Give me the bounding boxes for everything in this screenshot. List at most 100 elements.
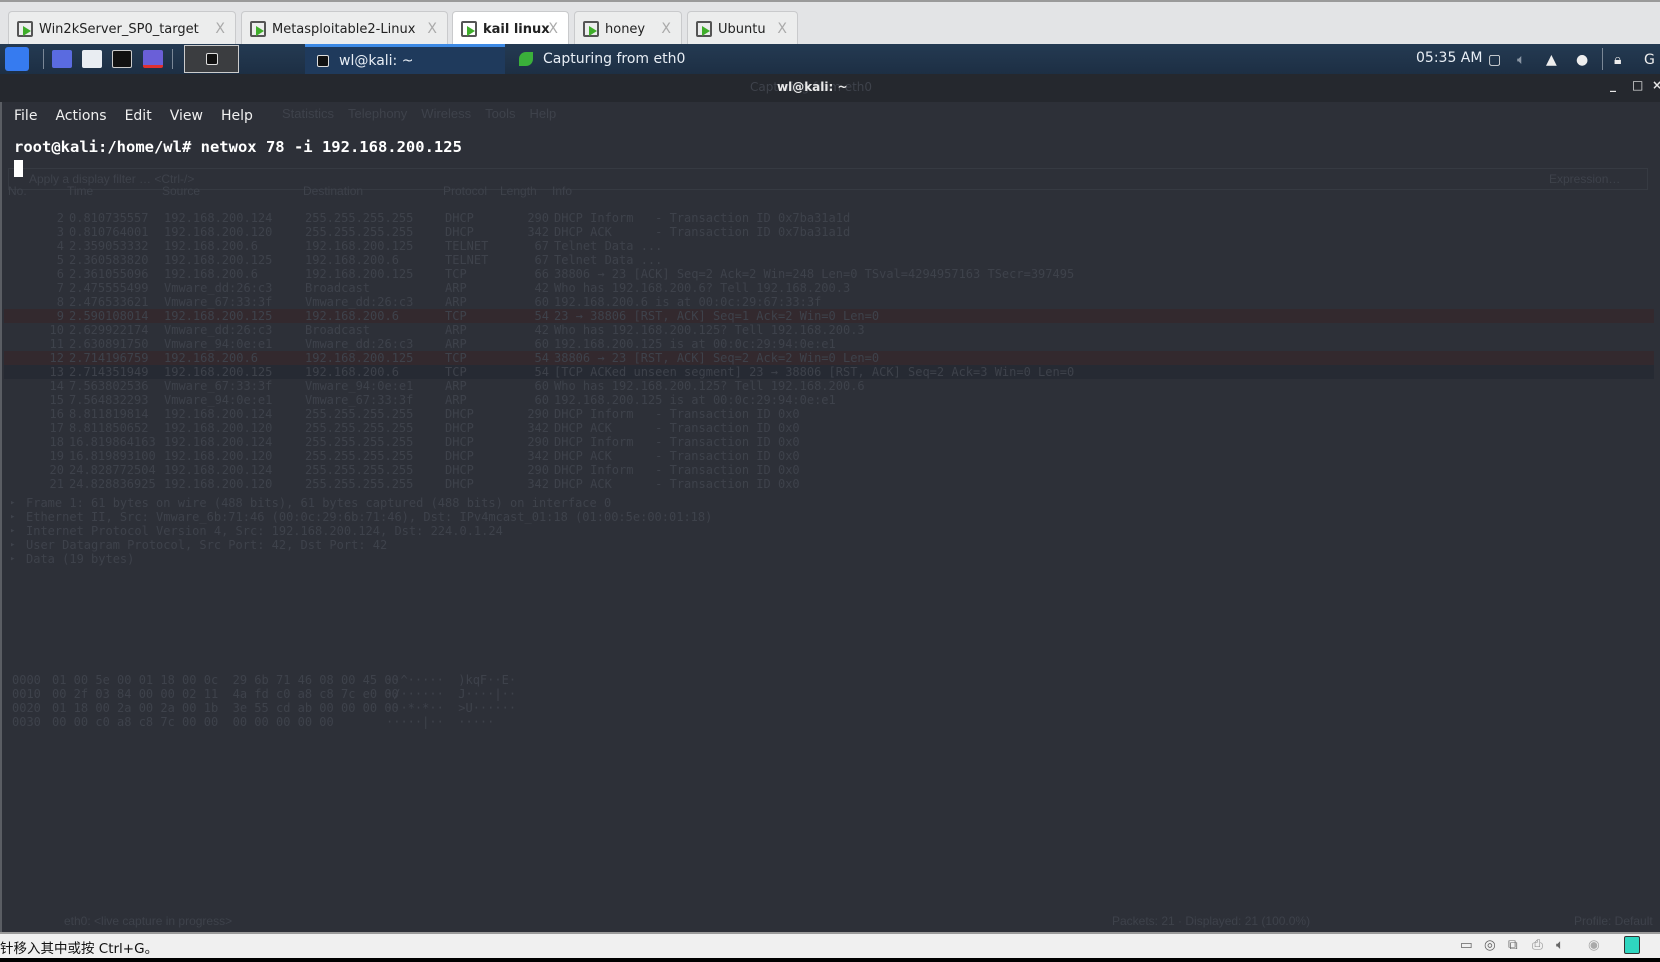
close-button[interactable]: × bbox=[1652, 78, 1660, 92]
vm-tab-kail-linux[interactable]: kail linux X bbox=[452, 11, 569, 46]
separator bbox=[172, 49, 173, 69]
ghost-packet-cell: 60 bbox=[534, 295, 549, 309]
desktop-icon[interactable] bbox=[52, 50, 72, 68]
terminal-area[interactable]: Statistics Telephony Wireless Tools Help App… bbox=[0, 102, 1660, 932]
ghost-expression-button: Expression… bbox=[1549, 172, 1621, 186]
ghost-packet-row: 2 0.810735557 192.168.200.124 255.255.255.2… bbox=[4, 211, 1654, 225]
menu-edit[interactable]: Edit bbox=[125, 108, 152, 124]
ghost-packet-cell: 2.359053332 bbox=[69, 239, 149, 253]
ghost-hex-offset: 0030 bbox=[12, 715, 41, 729]
close-icon[interactable]: X bbox=[215, 21, 225, 37]
ghost-packet-cell: DHCP bbox=[445, 463, 474, 477]
ghost-packet-cell: 342 bbox=[527, 449, 549, 463]
vm-tab-win2kserver[interactable]: Win2kServer_SP0_target X bbox=[8, 11, 236, 46]
ghost-packet-cell: 38806 → 23 [RST, ACK] Seq=2 Ack=2 Win=0 … bbox=[554, 351, 880, 365]
optical-drive-icon[interactable]: ◎ bbox=[1484, 937, 1496, 953]
ghost-packet-cell: Who has 192.168.200.6? Tell 192.168.200.… bbox=[554, 281, 851, 295]
workspace-button[interactable] bbox=[184, 45, 239, 73]
vm-icon bbox=[696, 21, 712, 37]
display-icon[interactable]: ▢ bbox=[1488, 52, 1501, 68]
menu-file[interactable]: File bbox=[14, 108, 37, 124]
kali-menu-icon[interactable] bbox=[5, 47, 29, 71]
ghost-packet-cell: 38806 → 23 [ACK] Seq=2 Ack=2 Win=248 Len… bbox=[554, 267, 1075, 281]
recording-icon[interactable]: ◉ bbox=[1588, 937, 1600, 953]
ghost-packet-cell: 42 bbox=[534, 323, 549, 337]
ghost-packet-cell: 192.168.200.6 bbox=[164, 267, 258, 281]
ghost-packet-cell: DHCP Inform - Transaction ID 0x7ba31a1d bbox=[554, 211, 851, 225]
ghost-packet-cell: TELNET bbox=[445, 253, 489, 267]
storage-icon[interactable]: ▭ bbox=[1460, 937, 1473, 953]
ghost-packet-cell: 290 bbox=[527, 435, 549, 449]
ghost-packet-cell: 192.168.200.6 bbox=[305, 365, 399, 379]
ghost-packet-cell: 8.811819814 bbox=[69, 407, 149, 421]
audio-icon[interactable]: 🔈︎ bbox=[1556, 937, 1564, 953]
ghost-packet-cell: Vmware_94:0e:e1 bbox=[305, 379, 414, 393]
minimize-button[interactable]: _ bbox=[1610, 78, 1616, 92]
screen-recorder-icon[interactable] bbox=[143, 50, 163, 68]
taskbar-item-wireshark[interactable]: Capturing from eth0 bbox=[505, 44, 765, 74]
ghost-packet-cell: Vmware_94:0e:e1 bbox=[164, 337, 273, 351]
virtualbox-status-bar: 针移入其中或按 Ctrl+G。 ▭ ◎ ⧉ ⎙ 🔈︎ ◉ bbox=[0, 932, 1660, 958]
ghost-packet-cell: 192.168.200.6 bbox=[305, 309, 399, 323]
ghost-packet-cell: 342 bbox=[527, 421, 549, 435]
ghost-packet-cell: 192.168.200.125 bbox=[305, 267, 414, 281]
ghost-packet-cell: 42 bbox=[534, 281, 549, 295]
terminal-launcher-icon[interactable] bbox=[112, 50, 132, 68]
wireshark-ghost-menu: Statistics Telephony Wireless Tools Help bbox=[282, 106, 570, 121]
power-manager-icon[interactable]: ● bbox=[1576, 52, 1588, 68]
ghost-packet-cell: 192.168.200.124 bbox=[164, 463, 273, 477]
ghost-column-header: Source bbox=[162, 184, 201, 198]
terminal-cursor bbox=[14, 160, 23, 177]
ghost-packet-cell: 20 bbox=[49, 463, 64, 477]
host-key-icon[interactable] bbox=[1624, 936, 1640, 954]
volume-icon[interactable]: 🔈︎ bbox=[1517, 52, 1525, 68]
ghost-packet-cell: DHCP bbox=[445, 477, 474, 491]
close-icon[interactable]: X bbox=[661, 21, 671, 37]
menu-view[interactable]: View bbox=[170, 108, 203, 124]
ghost-packet-cell: DHCP bbox=[445, 449, 474, 463]
taskbar-item-terminal[interactable]: wl@kali: ~ bbox=[305, 44, 505, 74]
ghost-packet-cell: 16.819864163 bbox=[69, 435, 156, 449]
tab-label: kail linux bbox=[483, 21, 550, 37]
ghost-status-left: eth0: <live capture in progress> bbox=[64, 914, 233, 928]
vm-tab-honey[interactable]: honey X bbox=[574, 11, 682, 46]
ghost-packet-cell: 4 bbox=[56, 239, 64, 253]
file-manager-icon[interactable] bbox=[82, 50, 102, 68]
ghost-packet-cell: Vmware_67:33:3f bbox=[164, 379, 273, 393]
ghost-packet-cell: 192.168.200.125 bbox=[164, 365, 273, 379]
close-icon[interactable]: X bbox=[777, 21, 787, 37]
clock[interactable]: 05:35 AM bbox=[1416, 50, 1482, 66]
ghost-expand-icon: ▸ bbox=[10, 526, 16, 536]
close-icon[interactable]: X bbox=[548, 21, 558, 37]
usb-icon[interactable]: ⎙ bbox=[1532, 937, 1543, 953]
ghost-packet-cell: 255.255.255.255 bbox=[305, 211, 414, 225]
ghost-hex-bytes: 00 2f 03 84 00 00 02 11 4a fd c0 a8 c8 7… bbox=[52, 687, 399, 701]
ghost-packet-cell: Vmware_94:0e:e1 bbox=[164, 393, 273, 407]
notification-bell-icon[interactable]: ▲ bbox=[1546, 52, 1557, 68]
ghost-packet-row: 21 24.828836925 192.168.200.120 255.255.255… bbox=[4, 477, 1654, 491]
ghost-packet-cell: 67 bbox=[534, 253, 549, 267]
close-icon[interactable]: X bbox=[427, 21, 437, 37]
ghost-packet-cell: DHCP ACK - Transaction ID 0x7ba31a1d bbox=[554, 225, 851, 239]
logout-icon[interactable]: G bbox=[1644, 52, 1655, 68]
maximize-button[interactable]: □ bbox=[1632, 78, 1643, 92]
ghost-hex-bytes: 01 00 5e 00 01 18 00 0c 29 6b 71 46 08 0… bbox=[52, 673, 399, 687]
ghost-packet-cell: 12 bbox=[49, 351, 64, 365]
ghost-packet-row: 7 2.475555499 Vmware_dd:26:c3 Broadcast ARP 4… bbox=[4, 281, 1654, 295]
ghost-packet-cell: DHCP bbox=[445, 435, 474, 449]
vm-icon bbox=[461, 21, 477, 37]
ghost-packet-row: 20 24.828772504 192.168.200.124 255.255.255… bbox=[4, 463, 1654, 477]
ghost-packet-row: 14 7.563802536 Vmware_67:33:3f Vmware_94:0e… bbox=[4, 379, 1654, 393]
ghost-hex-ascii: ··^····· )kqF··E· bbox=[386, 673, 517, 687]
ghost-packet-cell: 192.168.200.124 bbox=[164, 435, 273, 449]
network-icon[interactable]: ⧉ bbox=[1508, 937, 1518, 953]
ghost-packet-cell: DHCP Inform - Transaction ID 0x0 bbox=[554, 407, 800, 421]
menu-help[interactable]: Help bbox=[221, 108, 253, 124]
vm-tab-metasploitable2[interactable]: Metasploitable2-Linux X bbox=[241, 11, 448, 46]
menu-actions[interactable]: Actions bbox=[55, 108, 106, 124]
ghost-expand-icon: ▸ bbox=[10, 512, 16, 522]
ghost-packet-cell: 18 bbox=[49, 435, 64, 449]
wireshark-icon bbox=[519, 52, 533, 66]
vm-tab-ubuntu[interactable]: Ubuntu X bbox=[687, 11, 798, 46]
lock-icon[interactable]: 🔒︎ bbox=[1614, 52, 1621, 68]
